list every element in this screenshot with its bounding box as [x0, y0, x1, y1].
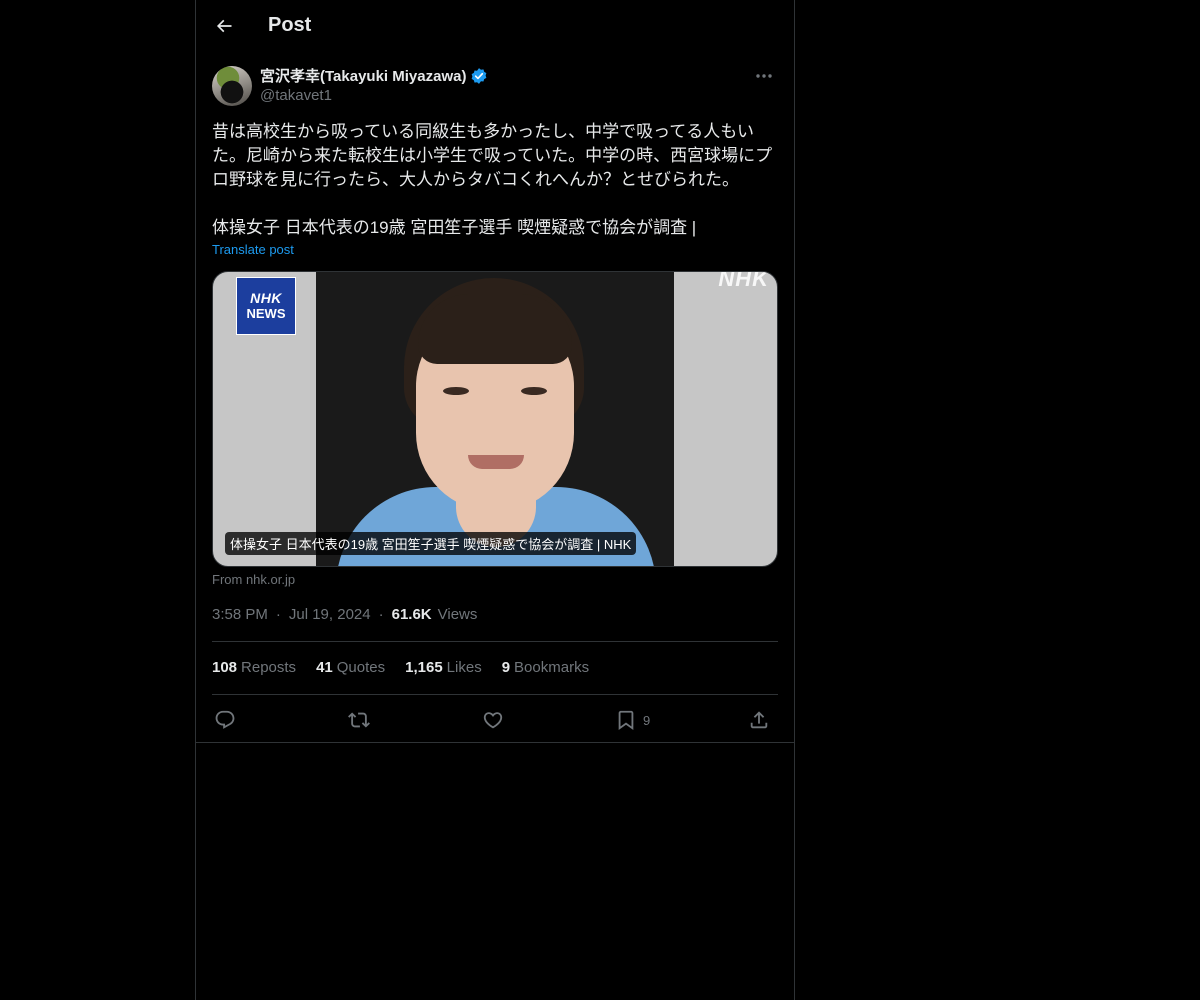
translate-post-link[interactable]: Translate post: [212, 242, 294, 257]
repost-button[interactable]: [348, 708, 370, 732]
link-card[interactable]: NHK NEWS NHK 体操女子 日本代表の19歳 宮田笙子選手 喫煙疑惑で協…: [212, 271, 778, 567]
page-title: Post: [268, 14, 312, 36]
post-bottom-border: [196, 742, 794, 743]
views-label: Views: [437, 606, 478, 623]
quotes-stat[interactable]: 41 Quotes: [316, 659, 385, 676]
like-button[interactable]: [482, 708, 504, 732]
author-handle[interactable]: @takavet1: [260, 87, 332, 104]
meta-separator: ·: [378, 606, 384, 623]
bookmark-icon: [618, 710, 634, 731]
card-caption: 体操女子 日本代表の19歳 宮田笙子選手 喫煙疑惑で協会が調査 | NHK: [225, 532, 637, 555]
card-photo: [316, 272, 674, 566]
post-header: Post: [196, 0, 794, 54]
likes-stat[interactable]: 1,165 Likes: [405, 659, 482, 676]
reposts-count: 108: [212, 659, 238, 676]
author-display-name[interactable]: 宮沢孝幸(Takayuki Miyazawa): [260, 65, 466, 86]
likes-label: Likes: [446, 659, 482, 676]
back-button[interactable]: [210, 12, 238, 40]
quotes-count: 41: [316, 659, 333, 676]
nhk-news-logo: NHK NEWS: [236, 277, 296, 335]
photo-bangs: [418, 294, 572, 364]
likes-count: 1,165: [405, 659, 443, 676]
reply-icon: [215, 710, 235, 729]
meta-separator: ·: [275, 606, 281, 623]
action-bar: 9: [212, 706, 778, 734]
more-options-button[interactable]: [752, 66, 776, 86]
bookmark-count: 9: [643, 712, 651, 728]
share-icon: [750, 711, 768, 729]
share-button[interactable]: [748, 708, 770, 732]
post-time[interactable]: 3:58 PM: [212, 606, 268, 623]
repost-icon: [348, 712, 370, 728]
post-author: 宮沢孝幸(Takayuki Miyazawa) @takavet1: [212, 64, 778, 108]
nhk-logo-line1: NHK: [250, 290, 282, 306]
divider: [212, 694, 778, 695]
card-source[interactable]: From nhk.or.jp: [212, 572, 295, 587]
post-date[interactable]: Jul 19, 2024: [289, 606, 371, 623]
author-name-row: 宮沢孝幸(Takayuki Miyazawa): [260, 65, 488, 86]
photo-eye-left: [443, 387, 469, 395]
more-dots-icon: [756, 74, 772, 78]
bookmarks-label: Bookmarks: [514, 659, 590, 676]
post-meta: 3:58 PM · Jul 19, 2024 · 61.6K Views: [212, 606, 477, 623]
bookmarks-count: 9: [501, 659, 511, 676]
photo-mouth: [468, 455, 524, 469]
arrow-left-icon: [216, 19, 232, 33]
reposts-label: Reposts: [241, 659, 297, 676]
avatar[interactable]: [212, 66, 252, 106]
verified-badge-icon: [472, 67, 487, 84]
reposts-stat[interactable]: 108 Reposts: [212, 659, 296, 676]
reply-button[interactable]: [214, 708, 236, 732]
bookmark-button[interactable]: 9: [615, 708, 650, 732]
nhk-watermark: NHK: [718, 271, 769, 291]
divider: [212, 641, 778, 642]
like-icon: [483, 712, 503, 729]
engagement-stats: 108 Reposts 41 Quotes 1,165 Likes 9 Bookmark…: [212, 659, 589, 676]
quotes-label: Quotes: [336, 659, 386, 676]
bookmarks-stat[interactable]: 9 Bookmarks: [502, 659, 589, 676]
post-text: 昔は高校生から吸っている同級生も多かったし、中学で吸ってる人もいた。尼崎から来た…: [212, 122, 773, 237]
nhk-logo-line2: NEWS: [246, 306, 286, 321]
photo-eye-right: [521, 387, 547, 395]
post-column: Post 宮沢孝幸(Takayuki Miyazawa) @takavet1 昔…: [195, 0, 795, 1000]
views-count: 61.6K: [391, 606, 432, 623]
